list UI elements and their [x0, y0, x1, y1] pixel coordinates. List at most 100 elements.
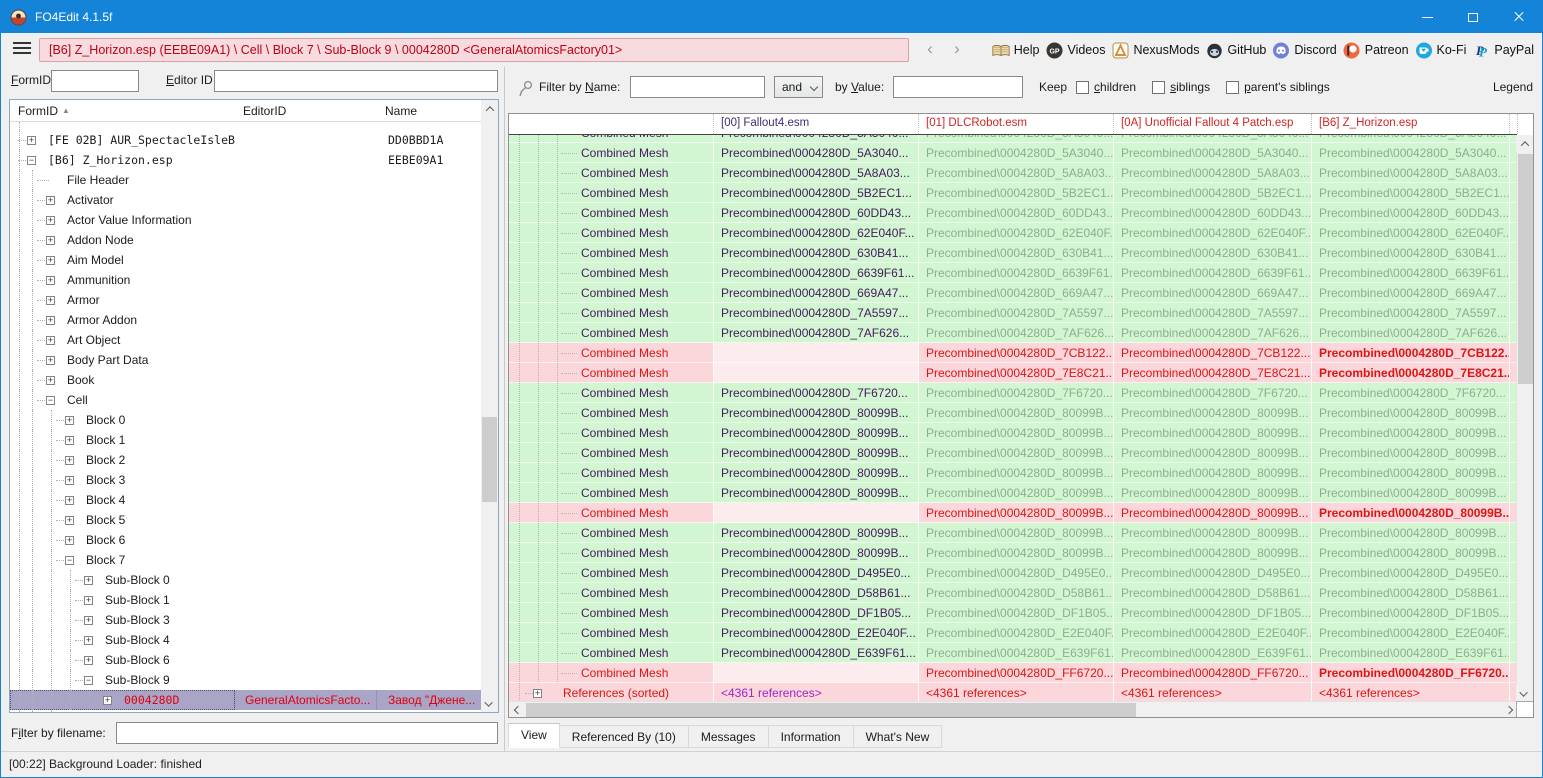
- grid-column-header--0a-unofficial-fallout-4-patch-esp[interactable]: [0A] Unofficial Fallout 4 Patch.esp: [1114, 114, 1312, 134]
- expand-icon[interactable]: +: [46, 216, 55, 225]
- collapse-icon[interactable]: −: [27, 156, 36, 165]
- scrollbar-thumb[interactable]: [1518, 154, 1533, 384]
- expand-icon[interactable]: +: [84, 656, 93, 665]
- toolbar-link-help[interactable]: Help: [992, 41, 1040, 59]
- tree-row-book[interactable]: +Book: [10, 370, 481, 390]
- grid-row[interactable]: Combined MeshPrecombined\0004280D_80099B…: [509, 403, 1517, 423]
- scrollbar-thumb[interactable]: [482, 417, 497, 502]
- scroll-up-button[interactable]: [1516, 135, 1533, 152]
- expand-icon[interactable]: +: [65, 416, 74, 425]
- tree-row-file-header[interactable]: File Header: [10, 170, 481, 190]
- expand-icon[interactable]: +: [46, 276, 55, 285]
- column-header-name[interactable]: Name: [377, 100, 481, 121]
- grid-row[interactable]: Combined MeshPrecombined\0004280D_5A3040…: [509, 143, 1517, 163]
- grid-row[interactable]: Combined MeshPrecombined\0004280D_80099B…: [509, 443, 1517, 463]
- expand-icon[interactable]: +: [46, 196, 55, 205]
- expand-icon[interactable]: +: [84, 576, 93, 585]
- nav-back-button[interactable]: ‹: [918, 38, 942, 62]
- tree-row-0004280d[interactable]: +0004280DGeneralAtomicsFacto...Завод "Дж…: [10, 690, 481, 710]
- tree-row-sub-block-3[interactable]: +Sub-Block 3: [10, 610, 481, 630]
- expand-icon[interactable]: +: [27, 136, 36, 145]
- grid-row[interactable]: Combined MeshPrecombined\0004280D_80099B…: [509, 543, 1517, 563]
- grid-row[interactable]: Combined MeshPrecombined\0004280D_7F6720…: [509, 383, 1517, 403]
- grid-row[interactable]: Combined MeshPrecombined\0004280D_DF1B05…: [509, 603, 1517, 623]
- tree-row-actor-value-information[interactable]: +Actor Value Information: [10, 210, 481, 230]
- scrollbar-thumb[interactable]: [526, 703, 1136, 717]
- tree-row-block-5[interactable]: +Block 5: [10, 510, 481, 530]
- tab-referenced-by-10-[interactable]: Referenced By (10): [560, 725, 689, 748]
- tree-row-sub-block-9[interactable]: −Sub-Block 9: [10, 670, 481, 690]
- collapse-icon[interactable]: −: [84, 676, 93, 685]
- tree-row-art-object[interactable]: +Art Object: [10, 330, 481, 350]
- tree-row-block-0[interactable]: +Block 0: [10, 410, 481, 430]
- tree-row-block-2[interactable]: +Block 2: [10, 450, 481, 470]
- grid-row[interactable]: Combined MeshPrecombined\0004280D_7A5597…: [509, 303, 1517, 323]
- tree-row-cell[interactable]: −Cell: [10, 390, 481, 410]
- expand-icon[interactable]: +: [84, 596, 93, 605]
- checkbox-children[interactable]: [1076, 81, 1089, 94]
- tab-messages[interactable]: Messages: [689, 725, 769, 748]
- grid-row[interactable]: Combined MeshPrecombined\0004280D_E639F6…: [509, 643, 1517, 663]
- grid-row[interactable]: Combined MeshPrecombined\0004280D_80099B…: [509, 483, 1517, 503]
- grid-row[interactable]: Combined MeshPrecombined\0004280D_6639F6…: [509, 263, 1517, 283]
- tree-row-activator[interactable]: +Activator: [10, 190, 481, 210]
- grid-row[interactable]: Combined MeshPrecombined\0004280D_80099B…: [509, 523, 1517, 543]
- scroll-up-button[interactable]: [481, 100, 498, 117]
- checkbox-siblings[interactable]: [1152, 81, 1165, 94]
- pin-icon[interactable]: [518, 79, 534, 97]
- toolbar-link-paypal[interactable]: PPPayPal: [1472, 41, 1534, 59]
- grid-row[interactable]: Combined MeshPrecombined\0004280D_E2E040…: [509, 623, 1517, 643]
- expand-icon[interactable]: +: [65, 476, 74, 485]
- tree-row-body-part-data[interactable]: +Body Part Data: [10, 350, 481, 370]
- expand-icon[interactable]: +: [46, 376, 55, 385]
- grid-row[interactable]: Combined MeshPrecombined\0004280D_62E040…: [509, 223, 1517, 243]
- nav-forward-button[interactable]: ›: [945, 38, 969, 62]
- grid-vertical-scrollbar[interactable]: [1516, 135, 1533, 702]
- tree-row-sub-block-0[interactable]: +Sub-Block 0: [10, 570, 481, 590]
- checkbox-label[interactable]: children: [1094, 80, 1136, 94]
- scroll-left-button[interactable]: [509, 702, 526, 717]
- grid-row[interactable]: +References (sorted)<4361 references><43…: [509, 683, 1517, 702]
- toolbar-link-patreon[interactable]: Patreon: [1343, 41, 1409, 59]
- column-header-editorid[interactable]: EditorID: [235, 100, 377, 121]
- expand-icon[interactable]: +: [65, 456, 74, 465]
- grid-row[interactable]: Combined MeshPrecombined\0004280D_D58B61…: [509, 583, 1517, 603]
- editorid-input[interactable]: [214, 70, 498, 92]
- breadcrumb[interactable]: [B6] Z_Horizon.esp (EEBE09A1) \ Cell \ B…: [39, 38, 909, 62]
- grid-column-header--00-fallout4-esm[interactable]: [00] Fallout4.esm: [714, 114, 919, 134]
- filter-operator-select[interactable]: and: [774, 76, 823, 98]
- collapse-icon[interactable]: −: [65, 556, 74, 565]
- grid-column-header--01-dlcrobot-esm[interactable]: [01] DLCRobot.esm: [919, 114, 1114, 134]
- scroll-down-button[interactable]: [481, 695, 498, 712]
- collapse-icon[interactable]: −: [46, 396, 55, 405]
- tab-information[interactable]: Information: [769, 725, 854, 748]
- toolbar-link-github[interactable]: GitHub: [1205, 41, 1266, 59]
- grid-row[interactable]: Combined MeshPrecombined\0004280D_D495E0…: [509, 563, 1517, 583]
- tree-row-block-1[interactable]: +Block 1: [10, 430, 481, 450]
- tree-row-sub-block-1[interactable]: +Sub-Block 1: [10, 590, 481, 610]
- grid-column-header--b7[interactable]: [B7: [1510, 114, 1518, 134]
- tab-what-s-new[interactable]: What's New: [854, 725, 943, 748]
- toolbar-link-ko-fi[interactable]: Ko-Fi: [1415, 41, 1467, 59]
- expand-icon[interactable]: +: [46, 236, 55, 245]
- tree-row-sub-block-4[interactable]: +Sub-Block 4: [10, 630, 481, 650]
- tree-row-ammunition[interactable]: +Ammunition: [10, 270, 481, 290]
- tree-row--b6-z-horizon-esp[interactable]: −[B6] Z_Horizon.espEEBE09A1: [10, 150, 481, 170]
- grid-row[interactable]: Combined MeshPrecombined\0004280D_60DD43…: [509, 203, 1517, 223]
- formid-input[interactable]: [51, 70, 139, 92]
- minimize-button[interactable]: [1404, 1, 1450, 33]
- tree-row--fe-02b-aur-spectacleislebridges-esp[interactable]: +[FE 02B] AUR_SpectacleIsleBridges.espDD…: [10, 130, 481, 150]
- expand-icon[interactable]: +: [65, 496, 74, 505]
- expand-icon[interactable]: +: [84, 616, 93, 625]
- grid-row[interactable]: Combined MeshPrecombined\0004280D_5A3040…: [509, 135, 1517, 143]
- tree-row-armor[interactable]: +Armor: [10, 290, 481, 310]
- grid-horizontal-scrollbar[interactable]: [509, 701, 1517, 717]
- tree-row-block-3[interactable]: +Block 3: [10, 470, 481, 490]
- tree-row-armor-addon[interactable]: +Armor Addon: [10, 310, 481, 330]
- grid-row[interactable]: Combined MeshPrecombined\0004280D_7E8C21…: [509, 363, 1517, 383]
- grid-row[interactable]: Combined MeshPrecombined\0004280D_630B41…: [509, 243, 1517, 263]
- toolbar-link-nexusmods[interactable]: NexusMods: [1111, 41, 1199, 59]
- tree-row-sub-block-6[interactable]: +Sub-Block 6: [10, 650, 481, 670]
- checkbox-parent-s-siblings[interactable]: [1226, 81, 1239, 94]
- grid-row[interactable]: Combined MeshPrecombined\0004280D_5B2EC1…: [509, 183, 1517, 203]
